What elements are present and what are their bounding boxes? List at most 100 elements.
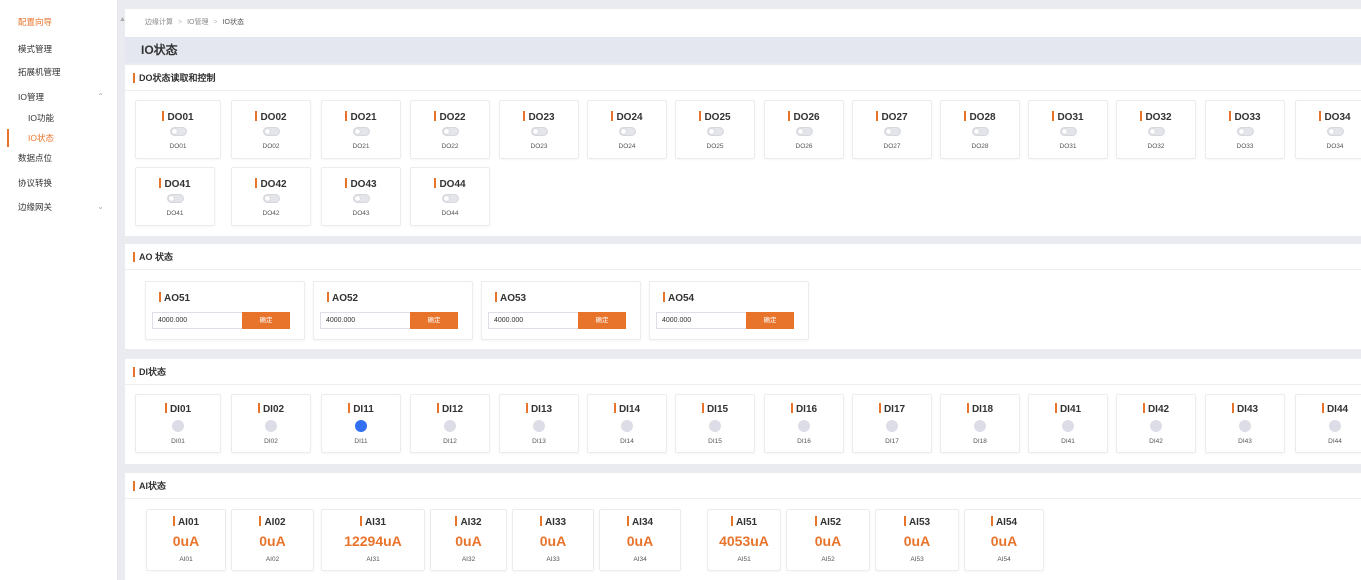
di-title: DI41 [1029,403,1107,415]
do-card: DO24 DO24 [587,100,667,159]
ai-label: AI34 [633,556,647,563]
ai-label: AI01 [179,556,193,563]
ao-value-input[interactable] [656,312,747,329]
di-status-indicator [172,420,184,432]
do-toggle-switch[interactable] [442,127,459,136]
di-status-indicator [886,420,898,432]
do-toggle-switch[interactable] [972,127,989,136]
di-status-indicator [265,420,277,432]
di-title: DI16 [765,403,843,415]
title-marker [790,403,793,413]
do-toggle-switch[interactable] [796,127,813,136]
title-marker [626,516,629,526]
ao-value-input[interactable] [152,312,243,329]
ai-label: AI31 [366,556,380,563]
ao-name: AO53 [500,293,527,304]
di-label: DI12 [443,438,457,445]
sidebar: 配置向导模式管理 拓展机管理 IO管理 ⌃ IO功能 IO状态数据点位协议转换边缘网关 ⌄ [0,0,118,580]
sidebar-item-label: 边缘网关 [18,202,53,212]
di-card: DI11 DI11 [321,394,401,453]
app-root: 配置向导 模式管理 拓展机管理 IO管理 ⌃ IO功能 IO状态 数据点位 协议转换 边缘网关 ⌄ … [0,0,1361,580]
title-marker [259,516,262,526]
ai-card: AI53 0uA AI53 [875,509,959,571]
di-title: DI44 [1296,403,1361,415]
chevron-down-icon[interactable]: ⌄ [97,196,104,218]
breadcrumb-item[interactable]: 边缘计算 [145,19,173,26]
sidebar-item[interactable]: 数据点位 [0,147,118,169]
do-toggle-switch[interactable] [170,127,187,136]
ai-title: AI33 [513,516,593,528]
sidebar-item[interactable]: 模式管理 [0,38,118,60]
do-toggle-switch[interactable] [1237,127,1254,136]
do-toggle-switch[interactable] [884,127,901,136]
title-marker [434,178,437,188]
do-toggle-switch[interactable] [353,127,370,136]
ao-card: AO52 确定 [313,281,473,340]
do-toggle-switch[interactable] [353,194,370,203]
ai-value: 0uA [259,533,286,549]
do-title: DO28 [941,111,1019,123]
ai-label: AI32 [461,556,476,563]
sidebar-item-label: 数据点位 [18,153,53,163]
do-card: DO02 DO02 [231,100,311,159]
title-marker [257,403,260,413]
do-toggle-switch[interactable] [263,127,280,136]
ao-confirm-button[interactable]: 确定 [242,312,290,329]
ai-title: AI51 [708,516,780,528]
do-title: DO34 [1296,111,1361,123]
do-toggle-switch[interactable] [442,194,459,203]
chevron-up-icon[interactable]: ⌃ [97,86,104,108]
ao-confirm-button[interactable]: 确定 [746,312,794,329]
ao-value-input[interactable] [488,312,579,329]
title-marker [345,178,348,188]
title-marker [539,516,542,526]
breadcrumb-separator: > [213,19,218,26]
do-name: DO33 [1234,112,1261,123]
ai-card: AI51 4053uA AI51 [707,509,781,571]
sidebar-item[interactable]: 边缘网关 ⌄ [0,196,118,218]
do-toggle-switch[interactable] [1060,127,1077,136]
sidebar-item[interactable]: IO功能 [0,107,118,129]
sidebar-item[interactable]: 协议转换 [0,172,118,194]
do-label: DO41 [166,210,184,217]
di-card: DI44 DI44 [1295,394,1361,453]
title-marker [255,178,258,188]
do-label: DO22 [441,143,459,150]
breadcrumb-item: IO状态 [222,19,244,26]
ao-title: AO53 [482,292,640,304]
do-toggle-switch[interactable] [263,194,280,203]
di-label: DI16 [797,438,811,445]
ai-label: AI53 [910,556,924,563]
ai-title: AI54 [965,516,1043,528]
di-name: DI17 [883,404,906,415]
sidebar-item[interactable]: IO状态 [0,127,118,149]
title-marker [611,111,614,121]
do-toggle-switch[interactable] [1148,127,1165,136]
di-name: DI15 [706,404,729,415]
do-name: DO34 [1324,112,1351,123]
do-toggle-switch[interactable] [707,127,724,136]
sidebar-item[interactable]: IO管理 ⌃ [0,86,118,108]
do-toggle-switch[interactable] [619,127,636,136]
ai-label: AI54 [997,556,1011,563]
ai-value: 0uA [990,533,1018,549]
ao-value-input[interactable] [320,312,411,329]
ai-name: AI54 [995,517,1018,528]
do-name: DO25 [704,112,731,123]
di-name: DI12 [441,404,464,415]
ao-name: AO54 [668,293,695,304]
breadcrumb-item[interactable]: IO管理 [187,19,208,26]
di-title: DI14 [588,403,666,415]
ai-card: AI34 0uA AI34 [599,509,681,571]
do-card: DO23 DO23 [499,100,579,159]
do-title: DO01 [136,111,220,123]
do-card: DO28 DO28 [940,100,1020,159]
do-toggle-switch[interactable] [531,127,548,136]
ao-confirm-button[interactable]: 确定 [410,312,458,329]
sidebar-item[interactable]: 配置向导 [0,11,118,33]
do-toggle-switch[interactable] [167,194,184,203]
title-marker [876,111,879,121]
sidebar-item[interactable]: 拓展机管理 [0,61,118,83]
ao-confirm-button[interactable]: 确定 [578,312,626,329]
do-toggle-switch[interactable] [1327,127,1344,136]
